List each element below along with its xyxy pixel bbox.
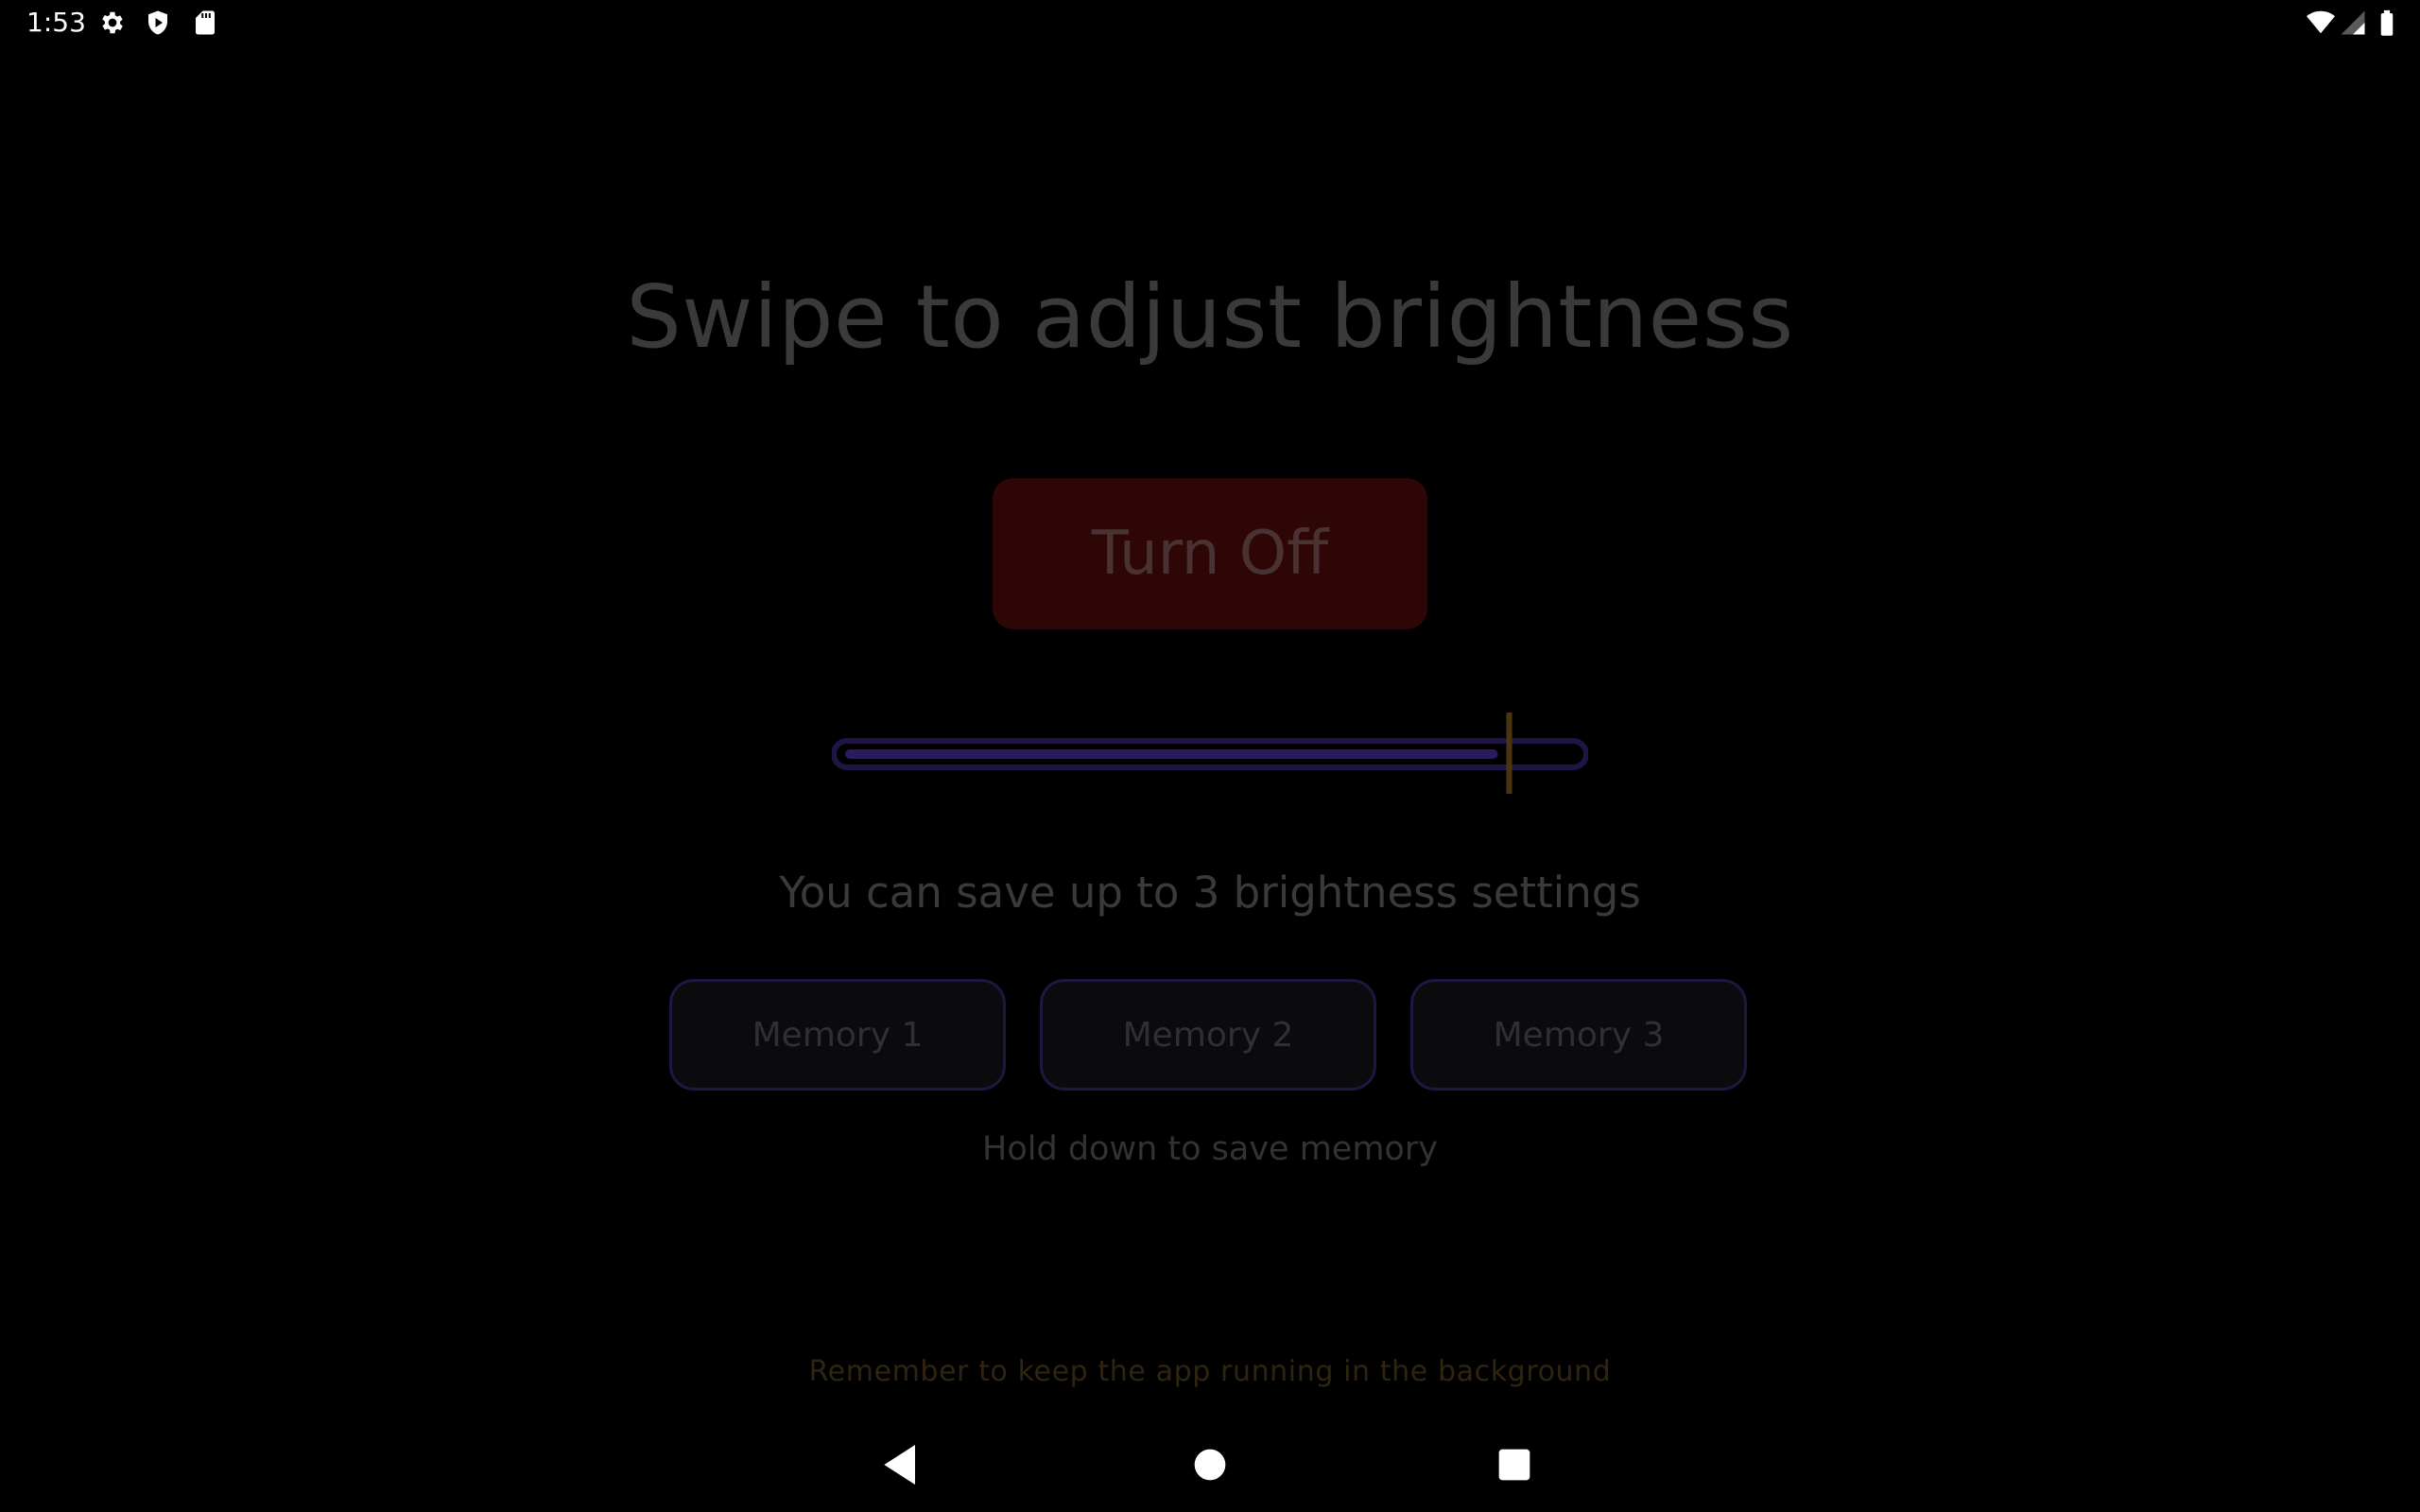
background-running-note: Remember to keep the app running in the … — [808, 1355, 1612, 1388]
status-bar: 1:53 — [0, 0, 2420, 47]
cellular-signal-icon — [2341, 10, 2365, 35]
recents-icon[interactable] — [1488, 1438, 1541, 1491]
slider-active-track — [845, 749, 1498, 759]
gear-icon — [102, 11, 123, 34]
sd-card-icon — [196, 10, 215, 35]
home-icon[interactable] — [1184, 1438, 1236, 1491]
status-time: 1:53 — [26, 7, 86, 38]
memory-1-button[interactable]: Memory 1 — [669, 979, 1006, 1091]
back-icon[interactable] — [875, 1438, 928, 1491]
save-settings-info: You can save up to 3 brightness settings — [779, 868, 1641, 918]
memory-3-button[interactable]: Memory 3 — [1410, 979, 1747, 1091]
wifi-icon — [2307, 10, 2335, 34]
shield-icon — [148, 10, 167, 35]
slider-thumb[interactable] — [1506, 713, 1512, 794]
memory-2-button[interactable]: Memory 2 — [1040, 979, 1376, 1091]
battery-icon — [2380, 9, 2394, 36]
brightness-slider[interactable] — [832, 711, 1588, 796]
brightness-screen: 1:53 Swipe to adjust brightness Turn Off… — [0, 0, 2420, 1512]
turn-off-button[interactable]: Turn Off — [993, 478, 1427, 629]
page-title: Swipe to adjust brightness — [626, 266, 1794, 368]
hold-to-save-hint: Hold down to save memory — [982, 1130, 1438, 1168]
